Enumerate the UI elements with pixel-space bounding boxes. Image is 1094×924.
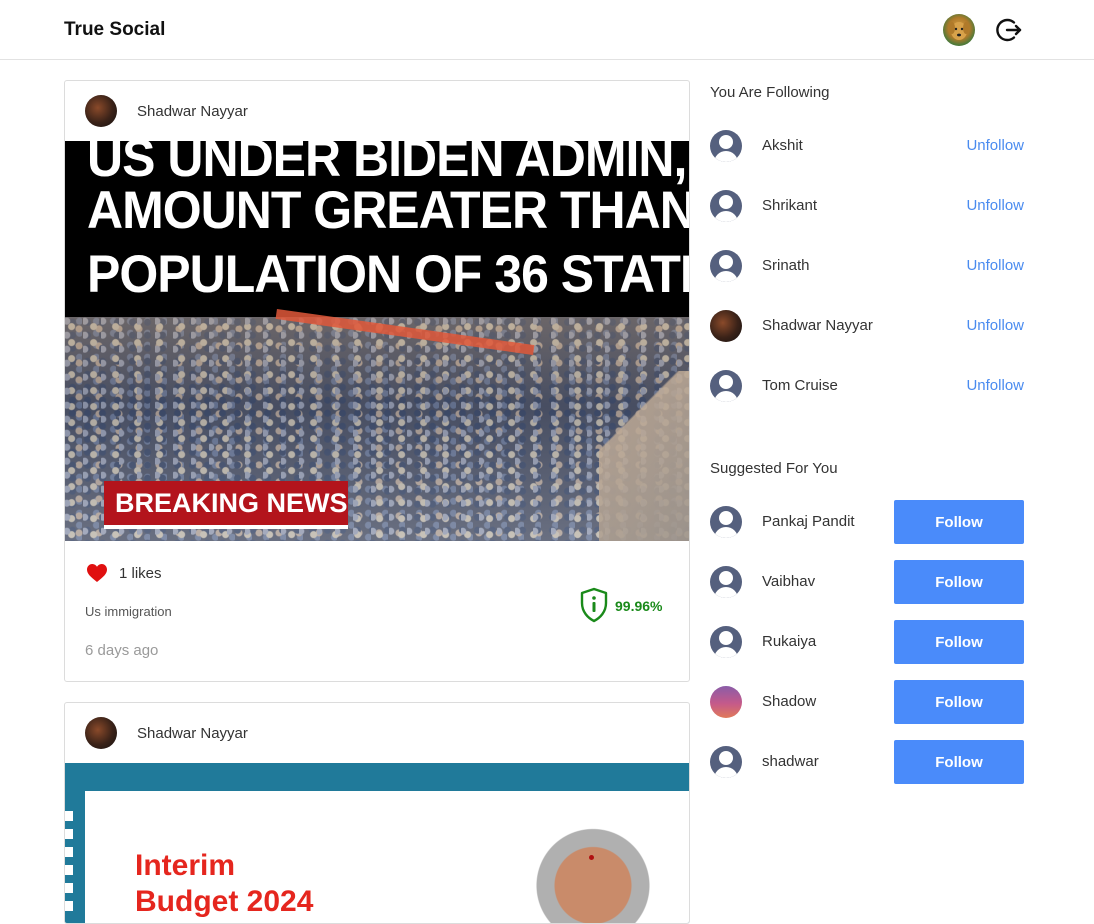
user-avatar[interactable] (943, 14, 975, 46)
suggested-item: shadwar Follow (710, 740, 1024, 784)
default-avatar-icon[interactable] (710, 626, 742, 658)
photo-avatar[interactable] (710, 686, 742, 718)
following-item: Shadwar Nayyar Unfollow (710, 304, 1024, 348)
suggested-item: Vaibhav Follow (710, 560, 1024, 604)
dog-avatar-icon (949, 22, 969, 40)
person-name[interactable]: Shadow (762, 693, 816, 710)
unfollow-link[interactable]: Unfollow (966, 317, 1024, 334)
shield-info-icon (579, 587, 609, 623)
logout-icon[interactable] (995, 16, 1023, 44)
unfollow-link[interactable]: Unfollow (966, 197, 1024, 214)
following-item: Shrikant Unfollow (710, 184, 1024, 228)
post-header: Shadwar Nayyar (65, 703, 689, 763)
authenticity-score: 99.96% (615, 598, 663, 614)
follow-button[interactable]: Follow (894, 500, 1024, 544)
follow-button[interactable]: Follow (894, 740, 1024, 784)
person-name[interactable]: Akshit (762, 137, 803, 154)
post-timestamp: 6 days ago (85, 642, 159, 659)
following-item: Srinath Unfollow (710, 244, 1024, 288)
post-header: Shadwar Nayyar (65, 81, 689, 141)
suggested-item: Shadow Follow (710, 680, 1024, 724)
follow-button[interactable]: Follow (894, 620, 1024, 664)
person-name[interactable]: Srinath (762, 257, 810, 274)
image-edge-decoration (65, 811, 73, 911)
person-name[interactable]: Shadwar Nayyar (762, 317, 873, 334)
author-avatar[interactable] (85, 717, 117, 749)
person-photo (531, 803, 655, 923)
suggested-item: Rukaiya Follow (710, 620, 1024, 664)
image-headline-line: POPULATION OF 36 STATES (87, 244, 689, 304)
top-navbar: True Social (0, 0, 1094, 60)
person-name[interactable]: Rukaiya (762, 633, 816, 650)
suggested-item: Pankaj Pandit Follow (710, 500, 1024, 544)
person-name[interactable]: Vaibhav (762, 573, 815, 590)
default-avatar-icon[interactable] (710, 566, 742, 598)
post-image[interactable]: US UNDER BIDEN ADMIN, AN AMOUNT GREATER … (65, 141, 689, 541)
author-avatar[interactable] (85, 95, 117, 127)
default-avatar-icon[interactable] (710, 746, 742, 778)
person-photo-detail (589, 855, 594, 860)
post-author[interactable]: Shadwar Nayyar (137, 103, 248, 120)
road-area (599, 371, 689, 541)
follow-button[interactable]: Follow (894, 560, 1024, 604)
unfollow-link[interactable]: Unfollow (966, 257, 1024, 274)
default-avatar-icon[interactable] (710, 190, 742, 222)
unfollow-link[interactable]: Unfollow (966, 377, 1024, 394)
post-caption: Us immigration (85, 604, 172, 619)
likes-count: 1 likes (119, 565, 162, 582)
person-name[interactable]: shadwar (762, 753, 819, 770)
follow-button[interactable]: Follow (894, 680, 1024, 724)
following-item: Tom Cruise Unfollow (710, 364, 1024, 408)
banner-underline (104, 525, 348, 529)
person-name[interactable]: Shrikant (762, 197, 817, 214)
post-card: Shadwar Nayyar Interim Budget 2024 (64, 702, 690, 924)
post-author[interactable]: Shadwar Nayyar (137, 725, 248, 742)
app-title[interactable]: True Social (64, 19, 165, 41)
following-title: You Are Following (710, 84, 830, 101)
post-card: Shadwar Nayyar US UNDER BIDEN ADMIN, AN … (64, 80, 690, 682)
suggested-title: Suggested For You (710, 460, 838, 477)
person-name[interactable]: Pankaj Pandit (762, 513, 855, 530)
person-name[interactable]: Tom Cruise (762, 377, 838, 394)
breaking-news-banner: BREAKING NEWS (104, 481, 348, 525)
default-avatar-icon[interactable] (710, 130, 742, 162)
heart-icon[interactable] (86, 563, 108, 583)
image-title-line: Interim (135, 849, 236, 882)
default-avatar-icon[interactable] (710, 506, 742, 538)
default-avatar-icon[interactable] (710, 250, 742, 282)
image-headline-line: AMOUNT GREATER THAN (87, 180, 689, 240)
photo-avatar[interactable] (710, 310, 742, 342)
image-title-line: Budget 2024 (135, 885, 314, 918)
following-item: Akshit Unfollow (710, 124, 1024, 168)
default-avatar-icon[interactable] (710, 370, 742, 402)
post-footer: 1 likes Us immigration 99.96% 6 days ago (65, 541, 689, 681)
unfollow-link[interactable]: Unfollow (966, 137, 1024, 154)
